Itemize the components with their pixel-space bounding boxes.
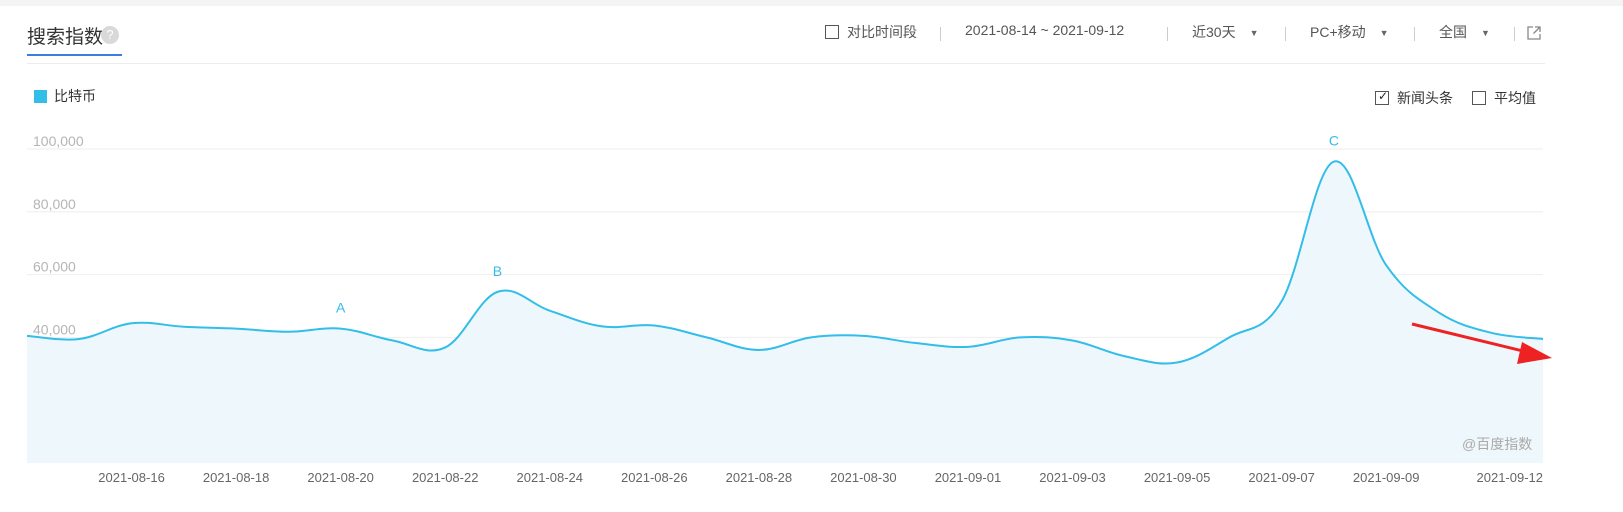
arrow-head bbox=[1517, 342, 1552, 364]
watermark: @百度指数 bbox=[1462, 436, 1533, 452]
arrow-shaft bbox=[1411, 322, 1528, 354]
red-arrow-annotation bbox=[1411, 322, 1552, 364]
